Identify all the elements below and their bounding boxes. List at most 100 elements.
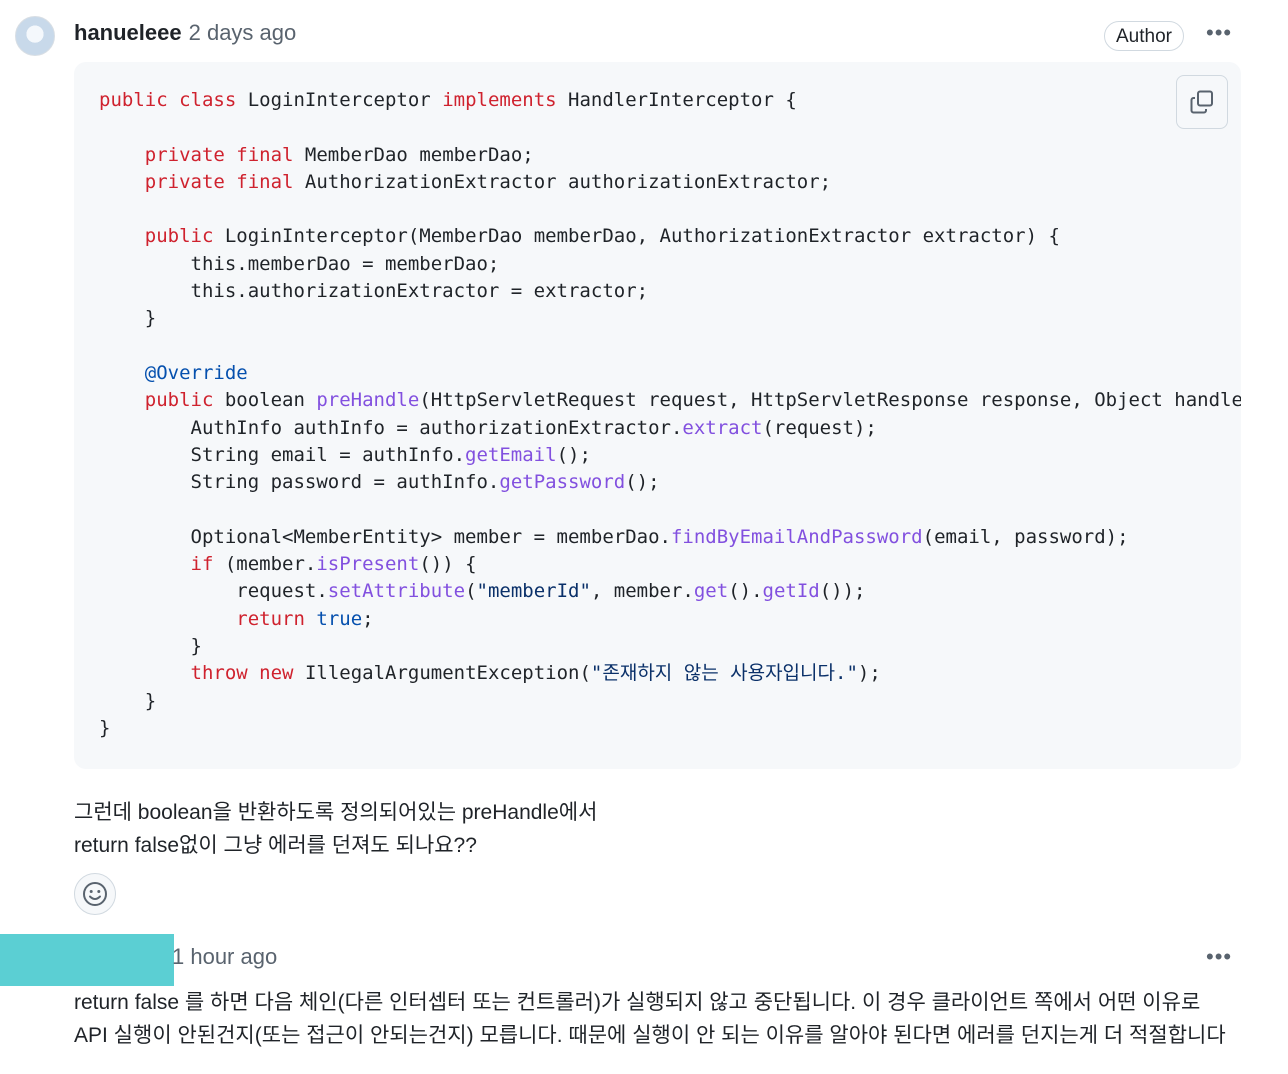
user-avatar[interactable] bbox=[15, 16, 55, 56]
smiley-icon bbox=[83, 882, 107, 906]
code-line: this.memberDao = memberDao; bbox=[99, 251, 1241, 278]
code-line: String email = authInfo.getEmail(); bbox=[99, 442, 1241, 469]
comment-header: hanueleee 2 days ago bbox=[74, 20, 296, 50]
code-content: public class LoginInterceptor implements… bbox=[99, 87, 1241, 742]
code-token: } bbox=[99, 716, 111, 739]
code-token: isPresent bbox=[316, 553, 420, 576]
code-line: request.setAttribute("memberId", member.… bbox=[99, 578, 1241, 605]
code-token: (email, password); bbox=[922, 525, 1129, 548]
code-token: extract bbox=[682, 416, 763, 439]
comment-line: 그런데 boolean을 반환하도록 정의되어있는 preHandle에서 bbox=[74, 801, 598, 824]
code-token: } bbox=[99, 634, 202, 657]
code-token: ; bbox=[362, 607, 374, 630]
comment-line: API 실행이 안된건지(또는 접근이 안되는건지) 모릅니다. 때문에 실행이… bbox=[74, 1024, 1226, 1047]
code-line: public boolean preHandle(HttpServletRequ… bbox=[99, 387, 1241, 414]
code-token: (); bbox=[625, 471, 660, 494]
code-line: } bbox=[99, 688, 1241, 715]
code-token: ); bbox=[857, 662, 881, 685]
code-token: getPassword bbox=[499, 471, 626, 494]
code-token: private final bbox=[144, 170, 294, 193]
code-token: LoginInterceptor(MemberDao memberDao, Au… bbox=[213, 225, 1060, 248]
username-link[interactable]: hanueleee bbox=[74, 20, 182, 46]
code-line: throw new IllegalArgumentException("존재하지… bbox=[99, 660, 1241, 687]
code-line: } bbox=[99, 715, 1241, 742]
code-line: private final AuthorizationExtractor aut… bbox=[99, 169, 1241, 196]
code-token: "존재하지 않는 사용자입니다." bbox=[590, 662, 858, 685]
code-token: public class bbox=[99, 89, 237, 111]
code-token: setAttribute bbox=[327, 580, 466, 603]
code-token: boolean bbox=[213, 389, 317, 412]
code-token: (). bbox=[728, 580, 763, 603]
code-token: true bbox=[316, 607, 363, 630]
code-token: get bbox=[693, 580, 729, 603]
code-line: String password = authInfo.getPassword()… bbox=[99, 469, 1241, 496]
code-token: ()); bbox=[819, 580, 866, 603]
code-token: return bbox=[236, 607, 305, 630]
comment-options-menu-icon[interactable]: ••• bbox=[1206, 946, 1232, 968]
code-line: AuthInfo authInfo = authorizationExtract… bbox=[99, 415, 1241, 442]
code-token: throw bbox=[190, 662, 248, 685]
comment-line: return false 를 하면 다음 체인(다른 인터셉터 또는 컨트롤러)… bbox=[74, 991, 1201, 1014]
code-token: request. bbox=[99, 580, 328, 603]
code-token: MemberDao memberDao; bbox=[293, 143, 534, 166]
code-token: @Override bbox=[144, 361, 248, 384]
comment-line: return false없이 그냥 에러를 던져도 되나요?? bbox=[74, 834, 477, 857]
code-line: Optional<MemberEntity> member = memberDa… bbox=[99, 524, 1241, 551]
comment-timestamp[interactable]: 2 days ago bbox=[189, 20, 297, 46]
comment-body: 그런데 boolean을 반환하도록 정의되어있는 preHandle에서 re… bbox=[74, 796, 597, 862]
code-token: } bbox=[99, 689, 157, 712]
code-line: } bbox=[99, 305, 1241, 332]
author-badge: Author bbox=[1104, 21, 1184, 51]
code-line: return true; bbox=[99, 606, 1241, 633]
code-token: public bbox=[144, 389, 214, 412]
code-token: String password = authInfo. bbox=[99, 471, 500, 494]
code-token: IllegalArgumentException( bbox=[293, 662, 591, 685]
code-line: if (member.isPresent()) { bbox=[99, 551, 1241, 578]
comment-timestamp[interactable]: 1 hour ago bbox=[172, 944, 277, 970]
code-token: AuthorizationExtractor authorizationExtr… bbox=[293, 170, 832, 193]
code-line: @Override bbox=[99, 360, 1241, 387]
copy-icon bbox=[1190, 90, 1213, 114]
code-token: Optional<MemberEntity> member = memberDa… bbox=[99, 525, 671, 548]
code-line: this.authorizationExtractor = extractor; bbox=[99, 278, 1241, 305]
code-line: public LoginInterceptor(MemberDao member… bbox=[99, 223, 1241, 250]
code-token: , member. bbox=[590, 580, 694, 603]
code-token: implements bbox=[442, 89, 557, 111]
code-token: ( bbox=[465, 580, 477, 603]
code-token: new bbox=[259, 662, 294, 685]
comment-options-menu-icon[interactable]: ••• bbox=[1206, 22, 1232, 44]
code-line: private final MemberDao memberDao; bbox=[99, 142, 1241, 169]
code-block: public class LoginInterceptor implements… bbox=[74, 62, 1241, 769]
code-line: public class LoginInterceptor implements… bbox=[99, 87, 1241, 114]
code-token: (member. bbox=[213, 553, 317, 576]
code-token: ()) { bbox=[419, 553, 477, 576]
code-token: (HttpServletRequest request, HttpServlet… bbox=[419, 389, 1241, 412]
add-reaction-button[interactable] bbox=[74, 873, 116, 915]
code-token: private final bbox=[144, 143, 294, 166]
code-token: } bbox=[99, 307, 157, 330]
code-token: this.authorizationExtractor = extractor; bbox=[99, 280, 649, 303]
code-token: if bbox=[190, 553, 214, 576]
code-token: getEmail bbox=[465, 443, 557, 466]
reply-body: return false 를 하면 다음 체인(다른 인터셉터 또는 컨트롤러)… bbox=[74, 986, 1274, 1052]
code-token: AuthInfo authInfo = authorizationExtract… bbox=[99, 416, 683, 439]
copy-code-button[interactable] bbox=[1176, 75, 1228, 129]
code-token: String email = authInfo. bbox=[99, 443, 466, 466]
code-token: this.memberDao = memberDao; bbox=[99, 252, 500, 275]
code-token: findByEmailAndPassword bbox=[670, 525, 923, 548]
code-token: HandlerInterceptor { bbox=[556, 89, 797, 111]
code-token: (request); bbox=[762, 416, 877, 439]
